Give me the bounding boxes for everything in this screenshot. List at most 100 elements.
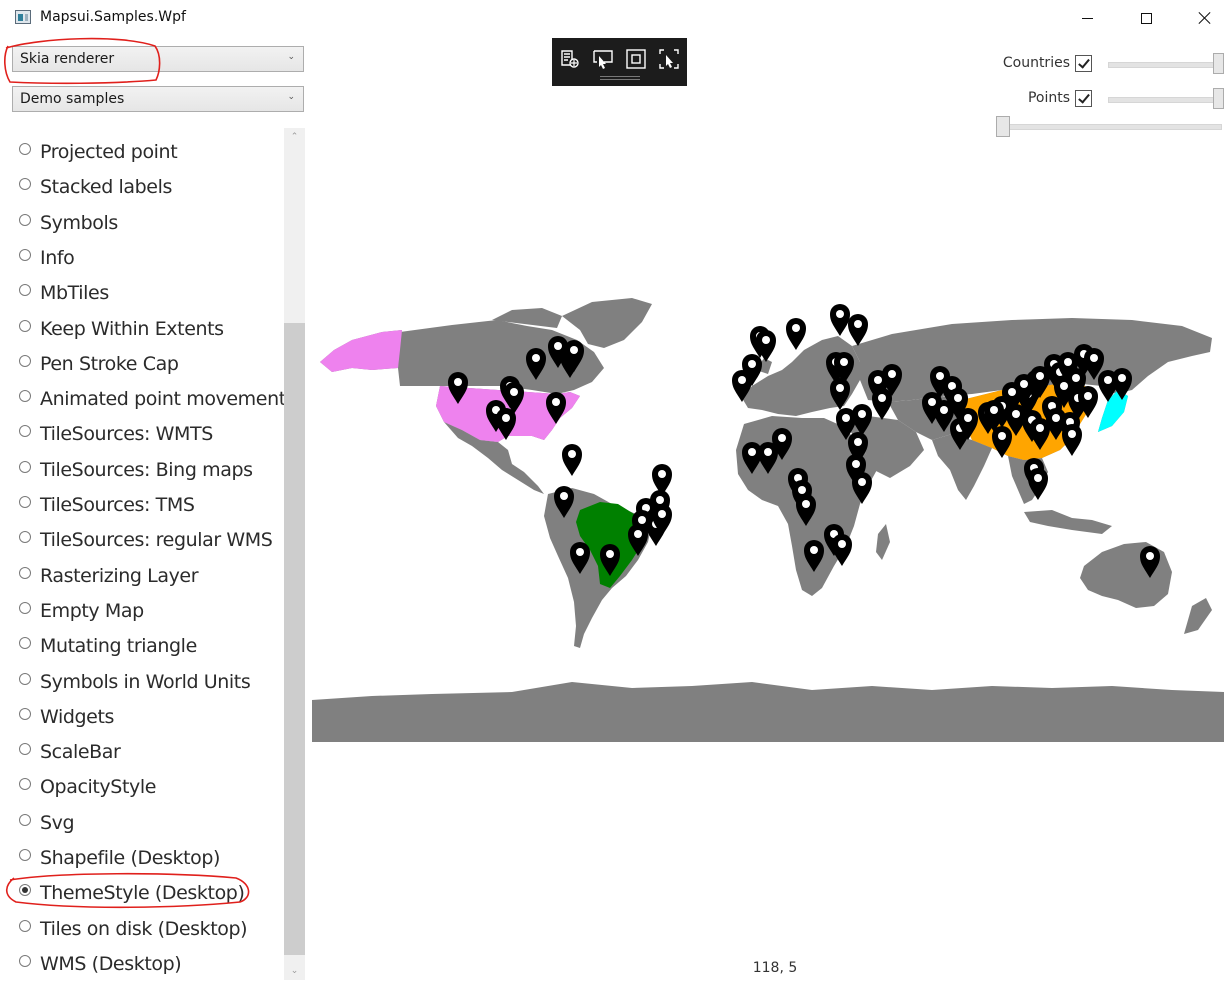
sample-item[interactable]: Stacked labels (19, 173, 172, 201)
map-pin-icon[interactable] (1062, 424, 1082, 456)
layer-visibility-checkbox[interactable] (1075, 90, 1092, 107)
layer-opacity-slider[interactable] (1108, 97, 1220, 103)
sample-radio[interactable] (19, 284, 31, 297)
sample-label: Symbols (40, 211, 118, 234)
chevron-down-icon: ⌄ (287, 92, 295, 102)
pan-select-icon[interactable] (658, 48, 680, 70)
layer-opacity-thumb[interactable] (1213, 88, 1224, 109)
sample-radio[interactable] (19, 178, 31, 191)
app-icon (15, 10, 31, 24)
sample-item[interactable]: Svg (19, 809, 75, 837)
sample-label: ThemeStyle (Desktop) (40, 882, 245, 905)
zoom-box-icon[interactable] (625, 48, 647, 70)
sample-list-scroll-thumb[interactable] (284, 323, 305, 955)
sample-item[interactable]: TileSources: WMTS (19, 420, 213, 448)
zoom-slider[interactable] (998, 124, 1222, 130)
scroll-up-icon[interactable]: ⌃ (284, 128, 305, 146)
sample-item[interactable]: Mutating triangle (19, 632, 197, 660)
sample-item[interactable]: MbTiles (19, 279, 109, 307)
map-pin-icon[interactable] (848, 314, 868, 346)
map-pin-icon[interactable] (830, 304, 850, 336)
zoom-to-layer-icon[interactable] (559, 48, 581, 70)
sample-item[interactable]: Keep Within Extents (19, 315, 224, 343)
map-pin-icon[interactable] (872, 388, 892, 420)
sample-label: Projected point (40, 141, 178, 163)
category-dropdown[interactable]: Demo samples ⌄ (12, 86, 304, 112)
sample-label: TileSources: Bing maps (40, 458, 253, 481)
sample-label: OpacityStyle (40, 776, 157, 799)
sample-radio[interactable] (19, 778, 31, 791)
sample-item[interactable]: TileSources: TMS (19, 491, 195, 519)
map-pin-icon[interactable] (786, 318, 806, 350)
sample-label: Tiles on disk (Desktop) (40, 917, 248, 940)
sample-radio[interactable] (19, 248, 31, 261)
renderer-dropdown[interactable]: Skia renderer ⌄ (12, 46, 304, 72)
sample-label: Pen Stroke Cap (40, 352, 179, 375)
map-pin-icon[interactable] (562, 444, 582, 476)
sample-item[interactable]: Info (19, 244, 75, 272)
sample-item[interactable]: TileSources: regular WMS (19, 526, 273, 554)
sample-radio[interactable] (19, 531, 31, 544)
layer-name: Points (1027, 90, 1070, 106)
minimize-button[interactable] (1058, 0, 1116, 36)
sample-radio[interactable] (19, 954, 31, 967)
sample-item[interactable]: TileSources: Bing maps (19, 456, 253, 484)
scroll-down-icon[interactable]: ⌄ (284, 962, 305, 980)
layer-opacity-slider[interactable] (1108, 62, 1220, 68)
sample-radio[interactable] (19, 425, 31, 438)
close-button[interactable] (1176, 0, 1230, 36)
sample-item[interactable]: Shapefile (Desktop) (19, 844, 220, 872)
category-dropdown-value: Demo samples (20, 91, 125, 107)
sample-radio[interactable] (19, 672, 31, 685)
close-icon (1198, 11, 1212, 25)
layer-row-points: Points (940, 87, 1225, 111)
sample-radio[interactable] (19, 884, 31, 897)
new-zealand (1184, 598, 1212, 634)
sample-radio[interactable] (19, 813, 31, 826)
sample-item[interactable]: ScaleBar (19, 738, 121, 766)
sample-item[interactable]: ThemeStyle (Desktop) (19, 879, 245, 907)
sample-radio[interactable] (19, 566, 31, 579)
sample-item[interactable]: OpacityStyle (19, 773, 156, 801)
sample-radio[interactable] (19, 213, 31, 226)
sample-radio[interactable] (19, 707, 31, 720)
layer-opacity-thumb[interactable] (1213, 53, 1224, 74)
sample-label: TileSources: regular WMS (40, 529, 273, 552)
sample-item[interactable]: Rasterizing Layer (19, 562, 199, 590)
sample-radio[interactable] (19, 460, 31, 473)
world-map[interactable] (312, 290, 1224, 745)
sample-item[interactable]: Widgets (19, 703, 114, 731)
sample-radio[interactable] (19, 319, 31, 332)
sample-label: ScaleBar (40, 741, 121, 764)
sample-radio[interactable] (19, 849, 31, 861)
sample-radio[interactable] (19, 354, 31, 367)
sample-radio[interactable] (19, 496, 31, 508)
minimize-icon (1081, 17, 1093, 19)
select-pointer-icon[interactable] (592, 48, 614, 70)
sample-item[interactable]: Pen Stroke Cap (19, 350, 179, 378)
sample-radio[interactable] (19, 637, 31, 650)
sample-label: Shapefile (Desktop) (40, 847, 221, 869)
sample-radio[interactable] (19, 390, 31, 403)
sample-label: Empty Map (40, 599, 144, 622)
sample-label: Svg (40, 811, 75, 834)
sample-item[interactable]: Animated point movement (19, 385, 284, 413)
sample-item[interactable]: WMS (Desktop) (19, 950, 182, 978)
sample-item[interactable]: Symbols in World Units (19, 668, 251, 696)
sample-item[interactable]: Projected point (19, 138, 178, 166)
sample-radio[interactable] (19, 919, 31, 932)
sample-item[interactable]: Empty Map (19, 597, 144, 625)
layer-row-countries: Countries (940, 52, 1225, 76)
zoom-slider-thumb[interactable] (996, 116, 1010, 137)
renderer-dropdown-value: Skia renderer (20, 51, 115, 67)
sample-label: Stacked labels (40, 176, 172, 199)
sample-radio[interactable] (19, 743, 31, 756)
sample-radio[interactable] (19, 143, 31, 155)
maximize-button[interactable] (1117, 0, 1175, 36)
sample-radio[interactable] (19, 601, 31, 614)
layer-visibility-checkbox[interactable] (1075, 55, 1092, 72)
sample-item[interactable]: Symbols (19, 209, 118, 237)
toolbar-drag-handle[interactable] (600, 76, 640, 80)
layer-name: Countries (1002, 55, 1070, 71)
sample-item[interactable]: Tiles on disk (Desktop) (19, 915, 248, 943)
